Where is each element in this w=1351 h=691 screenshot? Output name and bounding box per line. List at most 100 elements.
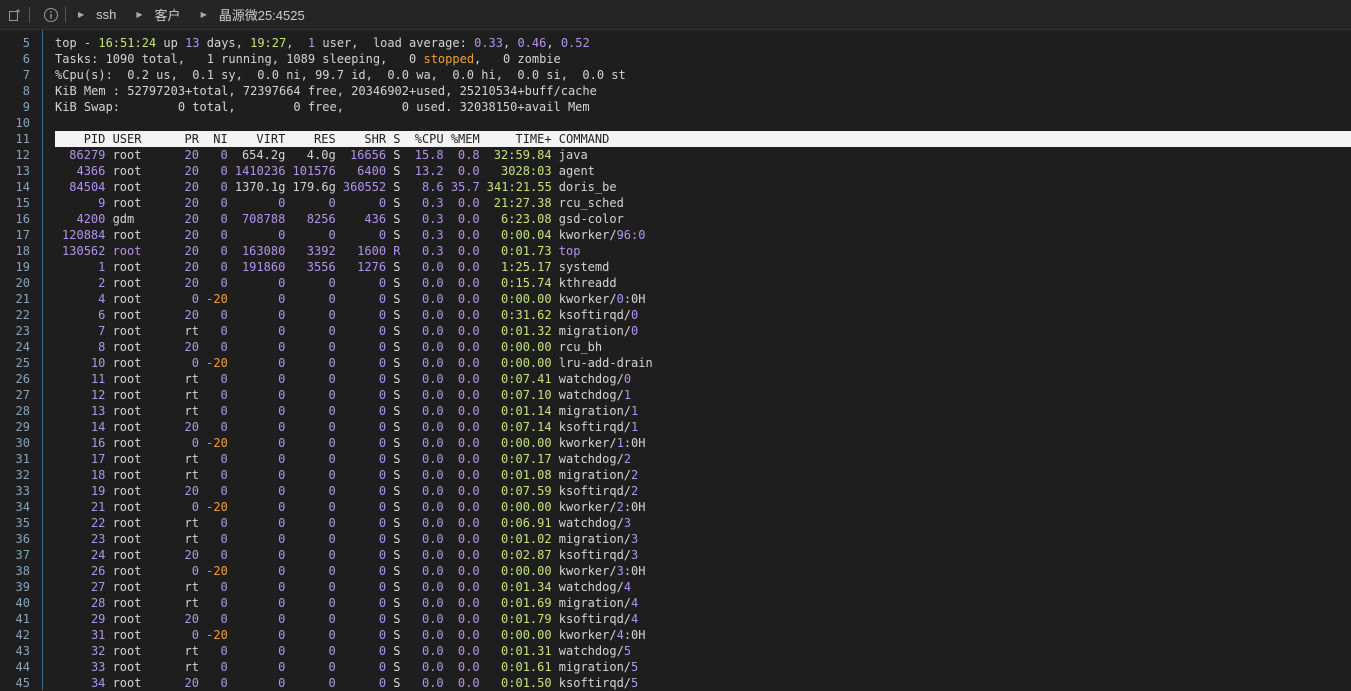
- cell-virt: 0: [278, 676, 286, 690]
- line-number: 18: [15, 244, 30, 258]
- cmd-part: 3: [631, 532, 639, 546]
- cell-res: 0: [328, 532, 336, 546]
- cell-user: root: [112, 468, 142, 482]
- cell-user: root: [112, 532, 142, 546]
- row-content: 23 root rt 0 0 0 0 S 0.0 0.0 0:01.02 migration/3: [55, 531, 703, 547]
- cell-shr: 436: [364, 212, 387, 226]
- row-content: 4 root 0 -20 0 0 0 S 0.0 0.0 0:00.00 kworker/0:0H: [55, 291, 703, 307]
- line-number: 27: [15, 388, 30, 402]
- breadcrumb-item[interactable]: ▶ 客户: [130, 5, 180, 24]
- cell-state: S: [393, 564, 401, 578]
- cell-pr: 20: [184, 308, 199, 322]
- cmd-part: 5: [631, 660, 639, 674]
- clock-time: 16:51:24: [98, 36, 157, 50]
- cell-mem: 0.0: [457, 436, 480, 450]
- cmd-part: 2: [631, 484, 639, 498]
- cmd-part: 2: [616, 500, 624, 514]
- cell-command: watchdog/0: [559, 371, 703, 387]
- line-number: 40: [15, 596, 30, 610]
- cell-command: watchdog/2: [559, 451, 703, 467]
- cell-res: 0: [328, 468, 336, 482]
- cell-res: 0: [328, 228, 336, 242]
- breadcrumb-item[interactable]: ▶ 晶源微25:4525: [195, 5, 305, 24]
- breadcrumb-item[interactable]: ▶ ssh: [72, 7, 116, 22]
- cell-user: root: [112, 644, 142, 658]
- cell-state: S: [393, 580, 401, 594]
- cell-mem: %MEM: [450, 132, 480, 146]
- cell-cpu: 0.0: [421, 564, 444, 578]
- row-content: 28 root rt 0 0 0 0 S 0.0 0.0 0:01.69 migration/4: [55, 595, 703, 611]
- cmd-part: 4: [631, 596, 639, 610]
- cell-pid: 86279: [69, 148, 106, 162]
- terminal-editor[interactable]: 5 top - 16:51:24 up 13 days, 19:27, 1 us…: [0, 30, 1351, 691]
- row-content: 14 root 20 0 0 0 0 S 0.0 0.0 0:07.14 ksoftirqd/1: [55, 419, 703, 435]
- cell-ni: 0: [220, 196, 228, 210]
- cell-ni: 0: [220, 276, 228, 290]
- cell-cpu: 0.0: [421, 628, 444, 642]
- cell-state: S: [393, 324, 401, 338]
- line-number: 20: [15, 276, 30, 290]
- cell-cpu: 0.0: [421, 676, 444, 690]
- cell-pr: rt: [184, 596, 199, 610]
- cell-cpu: 0.0: [421, 484, 444, 498]
- table-row: 18 130562 root 20 0 163080 3392 1600 R 0.3 0.0 0:01…: [0, 243, 1351, 259]
- cmd-part: kworker/: [558, 500, 617, 514]
- cell-user: root: [112, 660, 142, 674]
- cell-shr: 0: [378, 516, 387, 530]
- cell-user: root: [112, 260, 142, 274]
- cell-time: 0:07.10: [501, 388, 552, 402]
- cell-state: S: [393, 644, 401, 658]
- cell-pid: 2: [98, 276, 106, 290]
- cell-pr: rt: [184, 532, 199, 546]
- cell-mem: 0.0: [457, 292, 480, 306]
- cell-command: watchdog/4: [559, 579, 703, 595]
- cell-state: S: [393, 612, 401, 626]
- cell-time: 0:07.14: [501, 420, 552, 434]
- cell-cpu: 0.3: [421, 196, 444, 210]
- cell-pr: 20: [184, 276, 199, 290]
- cell-ni: -20: [206, 500, 228, 514]
- cell-mem: 0.0: [457, 388, 480, 402]
- cell-shr: 0: [378, 404, 387, 418]
- cell-shr: 0: [378, 420, 387, 434]
- cell-shr: 0: [378, 548, 387, 562]
- cell-pr: 20: [184, 244, 199, 258]
- cell-pr: rt: [184, 372, 199, 386]
- cell-mem: 0.0: [457, 260, 480, 274]
- new-file-icon[interactable]: [5, 5, 25, 25]
- cell-res: 4.0g: [306, 148, 336, 162]
- row-content: 2 root 20 0 0 0 0 S 0.0 0.0 0:15.74 kthreadd: [55, 275, 703, 291]
- cmd-part: ksoftirqd/: [558, 548, 632, 562]
- cell-res: 0: [328, 308, 336, 322]
- cell-time: 0:01.34: [501, 580, 552, 594]
- cell-mem: 0.0: [457, 196, 480, 210]
- cell-pr: 0: [191, 292, 199, 306]
- cell-res: 0: [328, 484, 336, 498]
- row-content: 31 root 0 -20 0 0 0 S 0.0 0.0 0:00.00 kworker/4:0H: [55, 627, 703, 643]
- cell-ni: -20: [206, 436, 228, 450]
- cmd-part: H: [638, 628, 646, 642]
- cell-user: root: [112, 580, 142, 594]
- cell-command: lru-add-drain: [558, 356, 653, 370]
- line-number: 35: [15, 516, 30, 530]
- text: top -: [55, 36, 99, 50]
- row-content: 17 root rt 0 0 0 0 S 0.0 0.0 0:07.17 watchdog/2: [55, 451, 703, 467]
- cell-pr: rt: [184, 660, 199, 674]
- cell-state: S: [393, 596, 401, 610]
- cell-command: kworker/96:0: [559, 227, 703, 243]
- cell-user: root: [112, 404, 142, 418]
- row-content: 18 root rt 0 0 0 0 S 0.0 0.0 0:01.08 migration/2: [55, 467, 703, 483]
- cell-mem: 0.0: [457, 548, 480, 562]
- uptime-days: 13: [185, 36, 200, 50]
- cell-mem: 0.0: [457, 596, 480, 610]
- info-icon[interactable]: [41, 5, 61, 25]
- cell-mem: 0.0: [457, 500, 480, 514]
- cell-virt: 0: [278, 564, 286, 578]
- cell-res: 0: [328, 564, 336, 578]
- cell-mem: 0.0: [457, 308, 480, 322]
- cell-time: TIME+: [515, 132, 552, 146]
- mem-line: KiB Mem : 52797203+total, 72397664 free,…: [55, 84, 597, 98]
- cell-virt: 0: [278, 500, 286, 514]
- cell-command: ksoftirqd/4: [559, 611, 703, 627]
- cell-ni: -20: [206, 356, 228, 370]
